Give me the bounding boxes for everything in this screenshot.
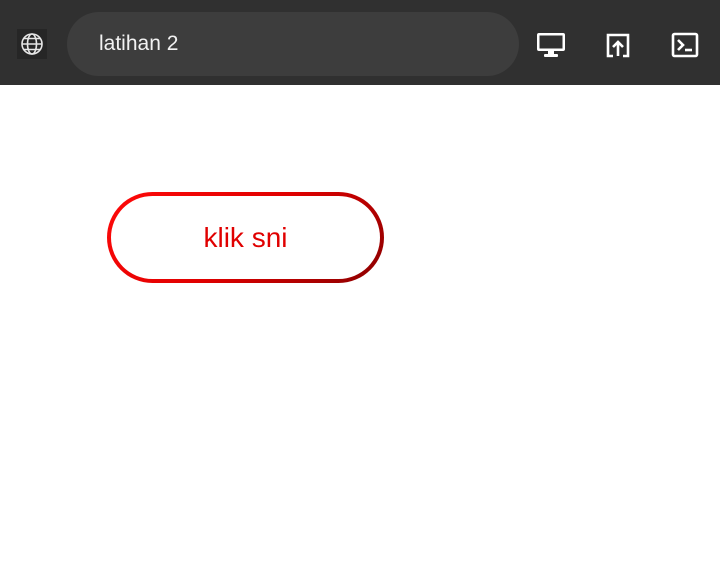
- address-text: latihan 2: [99, 32, 179, 55]
- klik-sni-button[interactable]: klik sni: [107, 192, 384, 283]
- monitor-icon[interactable]: [531, 25, 571, 65]
- address-bar[interactable]: latihan 2: [67, 12, 519, 76]
- browser-toolbar: latihan 2: [0, 0, 720, 85]
- globe-icon[interactable]: [17, 29, 47, 59]
- klik-sni-label: klik sni: [203, 221, 288, 253]
- open-in-new-window-icon[interactable]: [598, 25, 638, 65]
- terminal-icon[interactable]: [665, 25, 705, 65]
- page-content: klik sni: [0, 85, 720, 573]
